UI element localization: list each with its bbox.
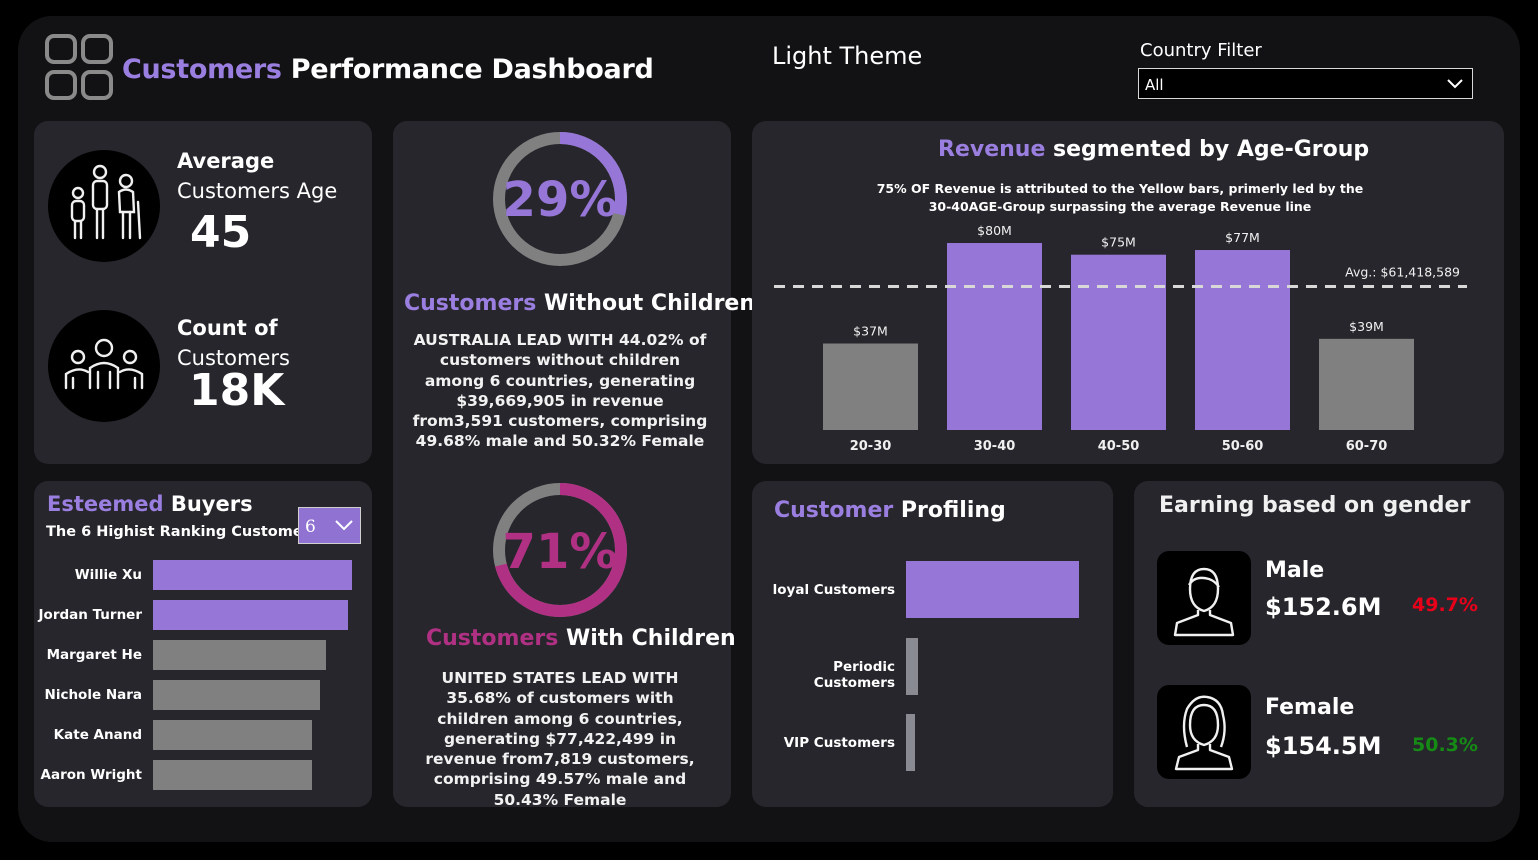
female-avatar-box bbox=[1157, 685, 1251, 779]
customers-icon-circle bbox=[48, 310, 160, 422]
buyer-name: Jordan Turner bbox=[38, 607, 142, 623]
profiling-bar[interactable] bbox=[906, 561, 1079, 618]
page-title: Customers Performance Dashboard bbox=[122, 54, 654, 85]
count-value: 18K bbox=[189, 365, 285, 416]
avg-age-label-line1: Average bbox=[177, 149, 275, 173]
country-filter-value: All bbox=[1145, 76, 1164, 94]
revenue-bar-label: $77M bbox=[1225, 230, 1260, 245]
with-children-title: Customers With Children bbox=[426, 626, 736, 651]
count-label-line1: Count of bbox=[177, 316, 278, 340]
gender-title: Earning based on gender bbox=[1159, 493, 1471, 518]
buyer-bar[interactable] bbox=[153, 640, 327, 670]
avg-age-label-line2: Customers Age bbox=[177, 179, 338, 203]
profiling-title: Customer Profiling bbox=[774, 498, 1006, 523]
revenue-category-label: 40-50 bbox=[1098, 439, 1140, 454]
male-label: Male bbox=[1265, 558, 1325, 583]
top-n-value: 6 bbox=[305, 517, 316, 537]
buyer-name: Margaret He bbox=[46, 647, 142, 663]
avg-age-value: 45 bbox=[190, 207, 252, 258]
revenue-category-label: 50-60 bbox=[1222, 439, 1264, 454]
buyers-title: Esteemed Buyers bbox=[47, 492, 253, 516]
average-line-label: Avg.: $61,418,589 bbox=[1345, 264, 1460, 279]
buyer-name: Willie Xu bbox=[74, 567, 142, 583]
dashboard-grid-icon bbox=[45, 34, 113, 100]
without-children-title: Customers Without Children bbox=[404, 291, 755, 316]
profiling-category-label: Periodic Customers bbox=[813, 659, 895, 691]
profiling-card bbox=[752, 481, 1113, 807]
buyer-bar[interactable] bbox=[153, 720, 313, 750]
without-children-summary: AUSTRALIA LEAD WITH 44.02% of customers … bbox=[412, 331, 708, 451]
age-icon-circle bbox=[48, 150, 160, 262]
top-n-dropdown[interactable]: 6 bbox=[298, 507, 361, 544]
revenue-category-label: 60-70 bbox=[1346, 439, 1388, 454]
buyer-bar[interactable] bbox=[153, 680, 321, 710]
revenue-bar-label: $37M bbox=[853, 324, 888, 339]
customers-group-icon bbox=[64, 338, 144, 390]
revenue-bar-label: $75M bbox=[1101, 235, 1136, 250]
male-avatar-box bbox=[1157, 551, 1251, 645]
with-children-summary: UNITED STATES LEAD WITH 35.68% of custom… bbox=[425, 669, 695, 809]
female-label: Female bbox=[1265, 695, 1355, 720]
age-group-icon bbox=[70, 164, 142, 240]
male-percent: 49.7% bbox=[1412, 594, 1478, 616]
country-filter-select[interactable]: All bbox=[1138, 68, 1473, 99]
revenue-bar[interactable] bbox=[823, 343, 918, 430]
revenue-bar[interactable] bbox=[1319, 338, 1414, 430]
buyer-name: Nichole Nara bbox=[44, 687, 142, 703]
country-filter-label: Country Filter bbox=[1140, 40, 1262, 61]
theme-toggle-label[interactable]: Light Theme bbox=[772, 42, 922, 70]
male-earnings: $152.6M bbox=[1265, 593, 1382, 621]
profiling-bar[interactable] bbox=[906, 714, 915, 771]
profiling-category-label: VIP Customers bbox=[783, 735, 895, 751]
profiling-bar[interactable] bbox=[906, 638, 919, 695]
female-avatar-icon bbox=[1174, 695, 1234, 771]
without-children-percent: 29% bbox=[502, 172, 618, 228]
buyer-bar[interactable] bbox=[153, 560, 352, 590]
revenue-category-label: 30-40 bbox=[974, 439, 1016, 454]
profiling-category-label: loyal Customers bbox=[772, 582, 895, 598]
with-children-percent: 71% bbox=[502, 524, 618, 580]
buyer-name: Aaron Wright bbox=[40, 767, 142, 783]
female-earnings: $154.5M bbox=[1265, 732, 1382, 760]
revenue-bar-label: $80M bbox=[977, 223, 1012, 238]
revenue-bar-label: $39M bbox=[1349, 319, 1384, 334]
buyer-name: Kate Anand bbox=[53, 727, 142, 743]
buyer-bar[interactable] bbox=[153, 600, 349, 630]
revenue-category-label: 20-30 bbox=[850, 439, 892, 454]
male-avatar-icon bbox=[1173, 567, 1235, 637]
chevron-down-icon bbox=[1447, 79, 1463, 89]
chevron-down-icon bbox=[335, 520, 353, 531]
revenue-bar-chart: $37M 20-30 $80M 30-40 $75M 40-50 $77M 50-60 $39M… bbox=[774, 223, 1467, 454]
buyers-subtitle: The 6 Highist Ranking Customers bbox=[46, 524, 319, 540]
revenue-bar[interactable] bbox=[1195, 250, 1290, 430]
buyer-bar[interactable] bbox=[153, 760, 313, 790]
revenue-bar[interactable] bbox=[1071, 254, 1166, 430]
female-percent: 50.3% bbox=[1412, 734, 1478, 756]
revenue-bar[interactable] bbox=[947, 243, 1042, 430]
